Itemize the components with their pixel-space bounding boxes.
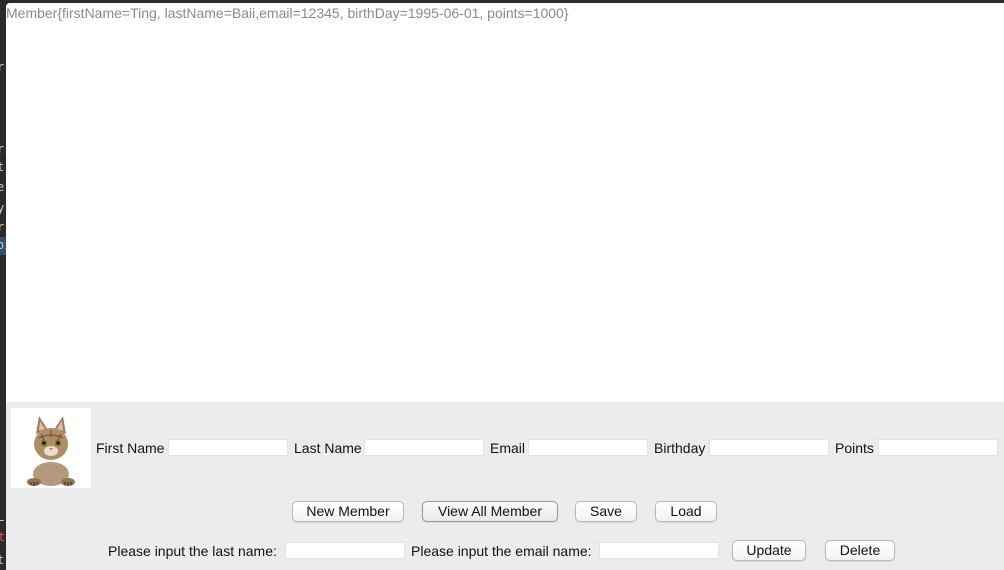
background-ide-text: r (0, 220, 5, 234)
last-name-label: Last Name (294, 440, 362, 456)
cat-icon (27, 416, 75, 486)
email-label: Email (490, 440, 526, 456)
search-email-field[interactable] (599, 542, 719, 559)
cat-photo-icon (11, 408, 91, 488)
last-name-prompt: Please input the last name: (108, 543, 277, 559)
member-app-window: Member{firstName=Ting, lastName=Baii,ema… (6, 3, 1004, 570)
birthday-field[interactable] (709, 439, 829, 456)
new-member-button[interactable]: New Member (292, 501, 404, 522)
email-field[interactable] (528, 439, 648, 456)
load-button[interactable]: Load (655, 501, 717, 522)
background-ide-text: r (0, 60, 5, 74)
background-ide-text: y (0, 201, 5, 215)
output-text-area[interactable]: Member{firstName=Ting, lastName=Baii,ema… (6, 3, 1004, 402)
last-name-field[interactable] (364, 439, 484, 456)
update-button[interactable]: Update (732, 540, 806, 561)
background-ide-text: t (0, 553, 5, 567)
delete-button[interactable]: Delete (825, 540, 895, 561)
background-ide-text: t (0, 530, 6, 544)
birthday-label: Birthday (654, 440, 706, 456)
view-all-member-button[interactable]: View All Member (422, 501, 558, 522)
background-ide-text: e (0, 180, 5, 194)
save-button[interactable]: Save (575, 501, 637, 522)
background-ide-text: L (0, 510, 5, 524)
points-field[interactable] (878, 439, 998, 456)
background-ide-text: t (0, 160, 5, 174)
first-name-label: First Name (96, 440, 165, 456)
background-ide-text: r (0, 142, 5, 156)
points-label: Points (835, 440, 874, 456)
first-name-field[interactable] (168, 439, 288, 456)
email-prompt: Please input the email name: (411, 543, 592, 559)
search-last-name-field[interactable] (285, 542, 405, 559)
output-text: Member{firstName=Ting, lastName=Baii,ema… (6, 5, 569, 21)
